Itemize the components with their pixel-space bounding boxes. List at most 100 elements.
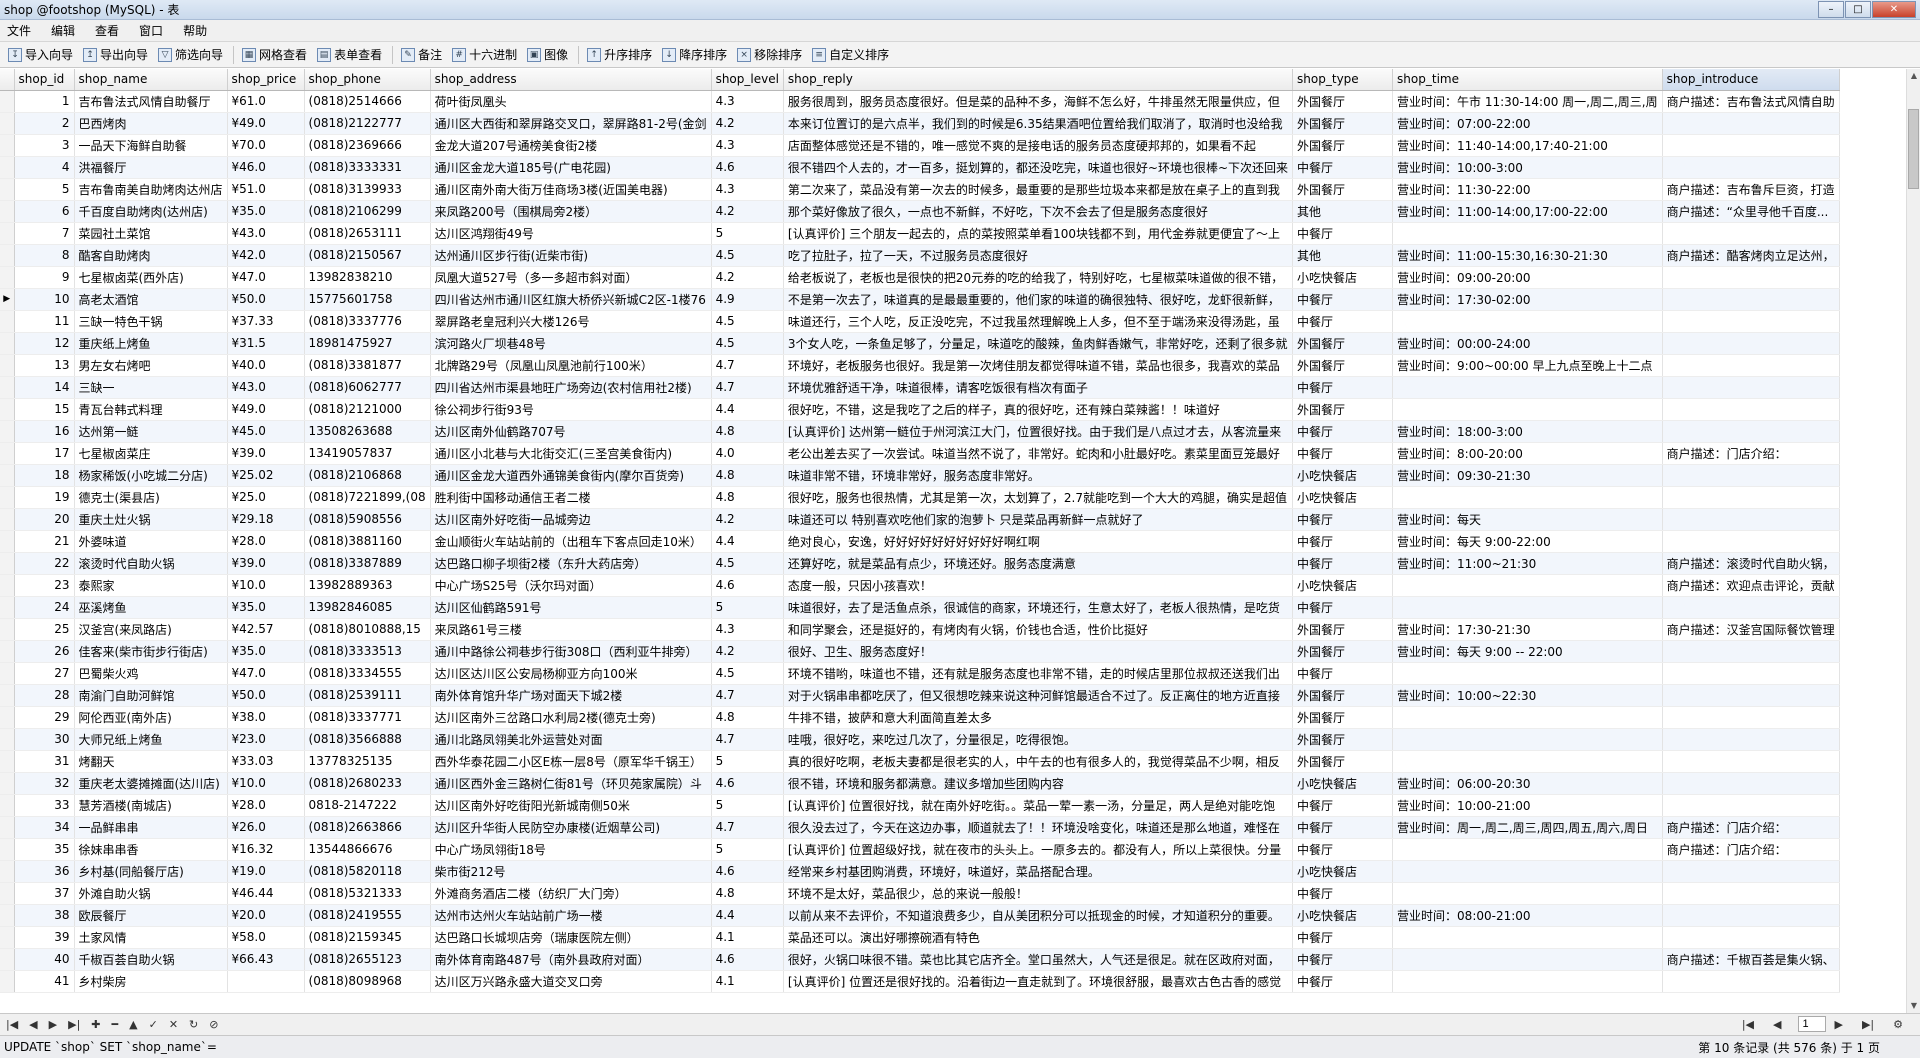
cancel-icon[interactable]: ✕	[169, 1018, 178, 1031]
table-row[interactable]: 8 酷客自助烤肉 ¥42.0 (0818)2150567 达州通川区步行街(近柴市街) 4…	[0, 244, 1840, 267]
cell-shop-level[interactable]: 4.6	[711, 772, 784, 795]
cell-shop-level[interactable]: 4.2	[711, 508, 784, 531]
grid-view-button[interactable]: ▦ 网格查看	[238, 44, 313, 66]
cell-shop-phone[interactable]: (0818)8098968	[304, 970, 431, 993]
cell-shop-time[interactable]	[1392, 662, 1663, 685]
cell-shop-name[interactable]: 重庆土灶火锅	[74, 508, 228, 531]
cell-shop-price[interactable]: ¥66.43	[227, 948, 305, 971]
cell-shop-level[interactable]: 5	[711, 794, 784, 817]
cell-shop-address[interactable]: 达川区南外好吃街一品城旁边	[430, 508, 712, 531]
cell-shop-introduce[interactable]	[1662, 486, 1840, 509]
cell-shop-name[interactable]: 慧芳酒楼(南城店)	[74, 794, 228, 817]
cell-shop-phone[interactable]: (0818)2369666	[304, 134, 431, 157]
cell-shop-time[interactable]: 营业时间：10:00-3:00	[1392, 156, 1663, 179]
table-row[interactable]: 36 乡村基(同船餐厅店) ¥19.0 (0818)5820118 柴市街212号 4.6…	[0, 860, 1840, 883]
filter-wizard-button[interactable]: ▽ 筛选向导	[154, 44, 229, 66]
cell-shop-introduce[interactable]: 商户描述：门店介绍：	[1662, 442, 1840, 465]
cell-shop-type[interactable]: 小吃快餐店	[1292, 464, 1394, 487]
cell-shop-reply[interactable]: 很好吃，服务也很热情，尤其是第一次，太划算了，2.7就能吃到一个大大的鸡腿，确实…	[783, 486, 1294, 509]
cell-shop-reply[interactable]: 味道非常不错，环境非常好，服务态度非常好。	[783, 464, 1294, 487]
table-row[interactable]: 12 重庆纸上烤鱼 ¥31.5 18981475927 滨河路火厂坝巷48号 4.5 3个女…	[0, 332, 1840, 355]
maximize-button[interactable]: □	[1845, 1, 1871, 18]
table-row[interactable]: 3 一品天下海鲜自助餐 ¥70.0 (0818)2369666 金龙大道207号通榜美食…	[0, 134, 1840, 157]
cell-shop-level[interactable]: 4.6	[711, 860, 784, 883]
cell-shop-name[interactable]: 男左女右烤吧	[74, 354, 228, 377]
cell-shop-name[interactable]: 南渝门自助河鲜馆	[74, 684, 228, 707]
table-row[interactable]: 30 大师兄纸上烤鱼 ¥23.0 (0818)3566888 通川北路凤翎美北外运营处对…	[0, 728, 1840, 751]
sort-asc-button[interactable]: ↑ 升序排序	[583, 44, 658, 66]
cell-shop-phone[interactable]: (0818)2663866	[304, 816, 431, 839]
cell-shop-level[interactable]: 4.8	[711, 706, 784, 729]
cell-shop-reply[interactable]: [认真评价] 位置超级好找，就在夜市的头头上。一原多去的。都没有人，所以上菜很快…	[783, 838, 1294, 861]
table-row[interactable]: 31 烤翻天 ¥33.03 13778325135 西外华泰花园二小区E栋一层8号（原军…	[0, 750, 1840, 773]
cell-shop-name[interactable]: 千百度自助烤肉(达州店)	[74, 200, 228, 223]
cell-shop-type[interactable]: 中餐厅	[1292, 552, 1394, 575]
cell-shop-address[interactable]: 中心广场S25号（沃尔玛对面）	[430, 574, 712, 597]
cell-shop-phone[interactable]: (0818)3381877	[304, 354, 431, 377]
cell-shop-phone[interactable]: 13778325135	[304, 750, 431, 773]
cell-shop-reply[interactable]: 很不错，环境和服务都满意。建议多增加些团购内容	[783, 772, 1294, 795]
cell-shop-reply[interactable]: 本来订位置订的是六点半，我们到的时候是6.35结果酒吧位置给我们取消了，取消时也…	[783, 112, 1294, 135]
cell-shop-price[interactable]: ¥10.0	[227, 574, 305, 597]
cell-shop-introduce[interactable]	[1662, 794, 1840, 817]
cell-shop-reply[interactable]: [认真评价] 达州第一鲢位于州河滨江大门，位置很好找。由于我们是八点过才去，从客…	[783, 420, 1294, 443]
cell-shop-type[interactable]: 小吃快餐店	[1292, 486, 1394, 509]
cell-shop-time[interactable]	[1392, 376, 1663, 399]
menu-help[interactable]: 帮助	[176, 22, 220, 39]
add-record-icon[interactable]: ✚	[91, 1018, 100, 1031]
cell-shop-introduce[interactable]	[1662, 772, 1840, 795]
cell-shop-time[interactable]: 营业时间：09:30-21:30	[1392, 464, 1663, 487]
cell-shop-name[interactable]: 欧辰餐厅	[74, 904, 228, 927]
table-row[interactable]: 2 巴西烤肉 ¥49.0 (0818)2122777 通川区大西街和翠屏路交叉口，翠屏路…	[0, 112, 1840, 135]
row-indicator[interactable]	[0, 354, 15, 377]
vertical-scrollbar[interactable]: ▲ ▼	[1906, 69, 1920, 1013]
row-indicator[interactable]	[0, 684, 15, 707]
cell-shop-type[interactable]: 外国餐厅	[1292, 640, 1394, 663]
cell-shop-phone[interactable]: (0818)6062777	[304, 376, 431, 399]
cell-shop-reply[interactable]: 很好吃，不错，这是我吃了之后的样子，真的很好吃，还有辣白菜辣酱！！味道好	[783, 398, 1294, 421]
cell-shop-price[interactable]: ¥42.57	[227, 618, 305, 641]
cell-shop-id[interactable]: 29	[14, 706, 75, 729]
row-indicator[interactable]	[0, 332, 15, 355]
cell-shop-phone[interactable]: (0818)3387889	[304, 552, 431, 575]
row-indicator[interactable]	[0, 904, 15, 927]
row-indicator[interactable]	[0, 816, 15, 839]
cell-shop-reply[interactable]: [认真评价] 三个朋友一起去的，点的菜按照菜单看100块钱都不到，用代金券就更便…	[783, 222, 1294, 245]
cell-shop-level[interactable]: 4.6	[711, 948, 784, 971]
cell-shop-time[interactable]	[1392, 222, 1663, 245]
custom-sort-button[interactable]: ≡ 自定义排序	[808, 44, 895, 66]
cell-shop-phone[interactable]: (0818)2106868	[304, 464, 431, 487]
cell-shop-level[interactable]: 4.3	[711, 618, 784, 641]
cell-shop-price[interactable]: ¥33.03	[227, 750, 305, 773]
cell-shop-address[interactable]: 西外华泰花园二小区E栋一层8号（原军华千锅王）	[430, 750, 712, 773]
table-row[interactable]: 41 乡村柴房 (0818)8098968 达川区万兴路永盛大道交叉口旁 4.1 [认真评…	[0, 970, 1840, 993]
cell-shop-price[interactable]: ¥38.0	[227, 706, 305, 729]
cell-shop-phone[interactable]: (0818)3337776	[304, 310, 431, 333]
cell-shop-id[interactable]: 2	[14, 112, 75, 135]
cell-shop-address[interactable]: 中心广场凤翎街18号	[430, 838, 712, 861]
cell-shop-reply[interactable]: 菜品还可以。演出好哪擦碗酒有特色	[783, 926, 1294, 949]
cell-shop-type[interactable]: 中餐厅	[1292, 970, 1394, 993]
cell-shop-name[interactable]: 大师兄纸上烤鱼	[74, 728, 228, 751]
first-record-icon[interactable]: |◀	[6, 1018, 18, 1031]
cell-shop-id[interactable]: 36	[14, 860, 75, 883]
column-header-shop-time[interactable]: shop_time	[1392, 69, 1663, 91]
cell-shop-level[interactable]: 4.3	[711, 90, 784, 113]
column-header-shop-name[interactable]: shop_name	[74, 69, 228, 91]
column-header-shop-id[interactable]: shop_id	[14, 69, 75, 91]
cell-shop-address[interactable]: 南外体育南路487号（南外县政府对面）	[430, 948, 712, 971]
cell-shop-id[interactable]: 15	[14, 398, 75, 421]
cell-shop-type[interactable]: 中餐厅	[1292, 508, 1394, 531]
cell-shop-price[interactable]: ¥16.32	[227, 838, 305, 861]
cell-shop-level[interactable]: 4.2	[711, 200, 784, 223]
table-row[interactable]: 39 土家风情 ¥58.0 (0818)2159345 达巴路口长城坝店旁（瑞康医院左侧…	[0, 926, 1840, 949]
table-row[interactable]: 40 千椒百荟自助火锅 ¥66.43 (0818)2655123 南外体育南路487号（…	[0, 948, 1840, 971]
cell-shop-reply[interactable]: 老公出差去买了一次尝试。味道当然不说了，非常好。蛇肉和小肚最好吃。素菜里面豆笼最…	[783, 442, 1294, 465]
cell-shop-name[interactable]: 巴西烤肉	[74, 112, 228, 135]
cell-shop-time[interactable]: 营业时间：11:00~21:30	[1392, 552, 1663, 575]
cell-shop-reply[interactable]: [认真评价] 位置很好找，就在南外好吃街。。菜品一荤一素一汤，分量足，两人是绝对…	[783, 794, 1294, 817]
cell-shop-price[interactable]: ¥37.33	[227, 310, 305, 333]
cell-shop-introduce[interactable]	[1662, 508, 1840, 531]
memo-button[interactable]: ✎ 备注	[397, 44, 448, 66]
cell-shop-time[interactable]: 营业时间：00:00-24:00	[1392, 332, 1663, 355]
